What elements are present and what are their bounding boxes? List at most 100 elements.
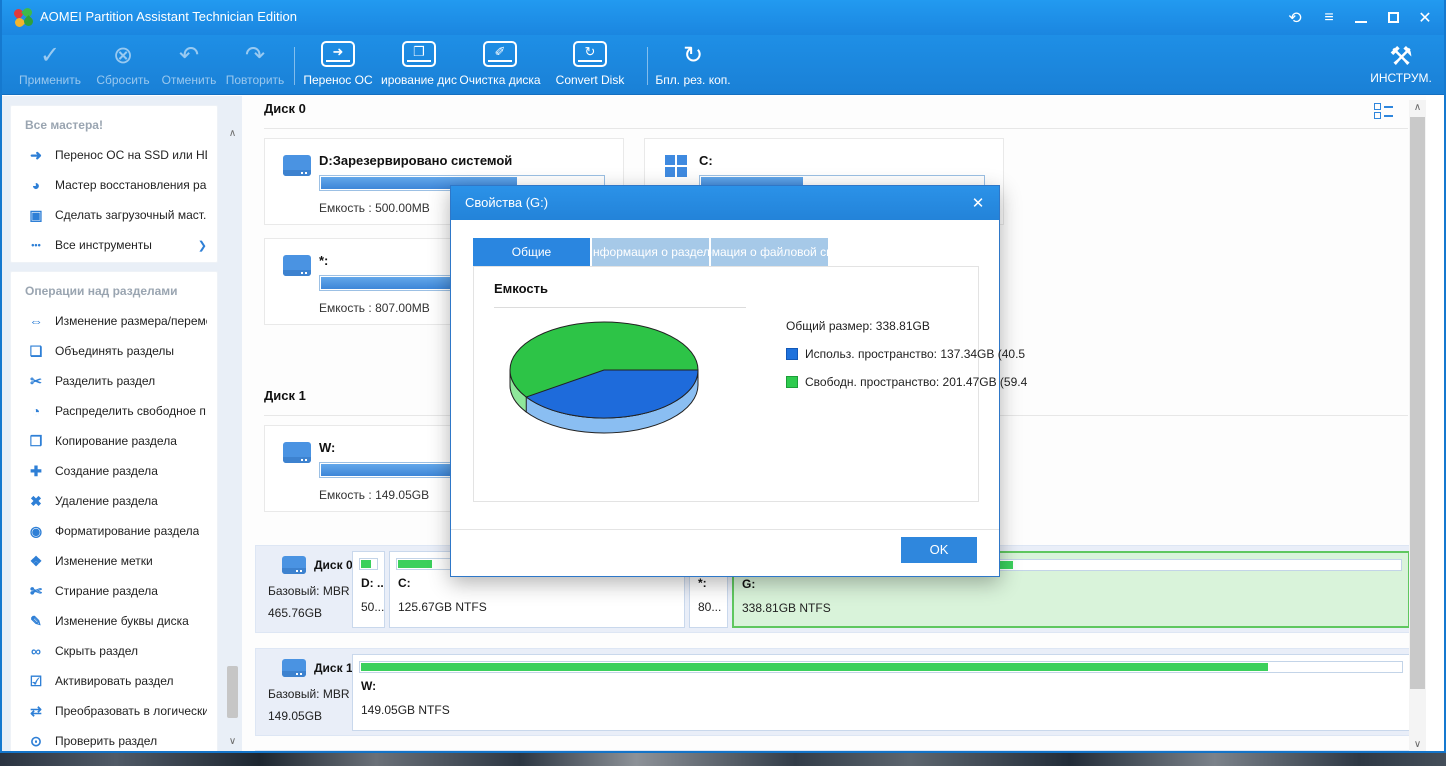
format-icon: ◉ <box>29 522 43 539</box>
dialog-title-bar[interactable]: Свойства (G:) ✕ <box>451 186 999 220</box>
partition-block-d[interactable]: D: ... 50... <box>352 551 385 628</box>
partition-label: *: <box>698 576 707 590</box>
main-scrollbar[interactable]: ∧ ∨ <box>1409 100 1426 751</box>
sidebar-item-change-drive-letter[interactable]: ✎ Изменение буквы диска <box>11 606 217 636</box>
resize-icon: ⇔ <box>29 313 43 329</box>
sidebar-item-label: Активировать раздел <box>55 674 174 688</box>
sidebar-item-allocate-free-space[interactable]: ◔ Распределить свободное п... <box>11 396 217 426</box>
recovery-icon: ◕ <box>31 177 41 193</box>
legend-free: Свободн. пространство: 201.47GB (59.4 <box>786 375 1027 390</box>
sidebar-item-set-active[interactable]: ☑ Активировать раздел <box>11 666 217 696</box>
sidebar-item-resize-move[interactable]: ⇔ Изменение размера/переме... <box>11 306 217 336</box>
dialog-tabs: Общие Информация о разделе Информация о … <box>473 238 828 266</box>
sidebar-item-label: Все инструменты <box>55 238 152 252</box>
capacity-panel: Емкость Общий размер: 338.81GB Использ. … <box>473 266 1027 502</box>
sidebar-scrollbar[interactable]: ∧ ∨ <box>225 126 240 749</box>
main-scroll-thumb[interactable] <box>1410 117 1425 689</box>
maximize-icon[interactable] <box>1376 0 1410 35</box>
disk-size: 149.05GB <box>268 709 323 723</box>
redo-button[interactable]: ↷ Повторить <box>212 41 298 87</box>
disk-name: Диск 0 <box>314 558 353 572</box>
tools-button[interactable]: ⚒ ИНСТРУМ. <box>1366 41 1436 85</box>
hard-disk-icon <box>282 659 306 677</box>
sidebar-item-recovery-wizard[interactable]: ◕ Мастер восстановления ра... <box>11 170 217 200</box>
minimize-icon[interactable] <box>1344 0 1378 35</box>
tab-partition-info[interactable]: Информация о разделе <box>592 238 709 266</box>
sidebar-item-label: Перенос ОС на SSD или HDD <box>55 148 207 162</box>
sidebar-item-wipe-partition[interactable]: ✄ Стирание раздела <box>11 576 217 606</box>
disk1-row: Диск 1 Базовый: MBR 149.05GB W: 149.05GB… <box>255 648 1415 736</box>
sidebar-item-check-partition[interactable]: ⊙ Проверить раздел <box>11 726 217 751</box>
sidebar-item-merge[interactable]: ❏ Объединять разделы <box>11 336 217 366</box>
sidebar-item-os-to-ssd[interactable]: ➜ Перенос ОС на SSD или HDD <box>11 140 217 170</box>
tab-general[interactable]: Общие <box>473 238 590 266</box>
allocate-icon: ◔ <box>31 403 41 419</box>
tools-label: ИНСТРУМ. <box>1370 71 1432 85</box>
capacity-label: Емкость : 807.00MB <box>319 301 430 315</box>
wipe-icon: ✄ <box>30 582 42 599</box>
sidebar-item-label: Разделить раздел <box>55 374 156 388</box>
pie-legend: Общий размер: 338.81GB Использ. простран… <box>786 319 1027 403</box>
delete-icon: ✖ <box>30 492 42 509</box>
backup-icon: ↻ <box>682 42 704 69</box>
close-icon[interactable]: ✕ <box>1408 0 1442 35</box>
scroll-down-icon[interactable]: ∨ <box>1409 737 1426 751</box>
sidebar-item-format-partition[interactable]: ◉ Форматирование раздела <box>11 516 217 546</box>
clone-disk-icon: ❐ <box>376 41 462 71</box>
legend-used: Использ. пространство: 137.34GB (40.5 <box>786 347 1025 362</box>
clone-disk-button[interactable]: ❐ ирование дис <box>376 41 462 87</box>
backup-button[interactable]: ↻ Бпл. рез. коп. <box>650 41 736 87</box>
refresh-icon[interactable]: ⟲ <box>1278 0 1312 35</box>
title-bar: AOMEI Partition Assistant Technician Edi… <box>2 0 1444 35</box>
sidebar-item-split[interactable]: ✂ Разделить раздел <box>11 366 217 396</box>
scroll-down-icon[interactable]: ∨ <box>225 734 240 749</box>
sidebar-item-delete-partition[interactable]: ✖ Удаление раздела <box>11 486 217 516</box>
sidebar-item-copy-partition[interactable]: ❒ Копирование раздела <box>11 426 217 456</box>
menu-icon[interactable]: ≡ <box>1312 0 1346 35</box>
wipe-disk-button[interactable]: ✐ Очистка диска <box>457 41 543 87</box>
sidebar-item-create-partition[interactable]: ✚ Создание раздела <box>11 456 217 486</box>
wipe-disk-label: Очистка диска <box>459 73 541 87</box>
panel-view-toggle-icon[interactable] <box>1374 101 1396 123</box>
sidebar-item-change-label[interactable]: ❖ Изменение метки <box>11 546 217 576</box>
partition-block-w[interactable]: W: 149.05GB NTFS <box>352 654 1410 731</box>
toolbar: ✓ Применить ⊗ Сбросить ↶ Отменить ↷ Повт… <box>2 35 1444 95</box>
usage-mini-bar <box>359 661 1403 673</box>
sidebar-item-convert-to-logical[interactable]: ⇄ Преобразовать в логический <box>11 696 217 726</box>
capacity-pie-chart <box>504 315 714 465</box>
wizards-header: Все мастера! <box>25 118 103 132</box>
toolbar-separator <box>647 47 648 85</box>
capacity-label: Емкость : 500.00MB <box>319 201 430 215</box>
sidebar-scroll-thumb[interactable] <box>227 666 238 718</box>
disk-size: 465.76GB <box>268 606 323 620</box>
divider <box>264 128 1408 129</box>
sidebar-item-label: Сделать загрузочный маст... <box>55 208 207 222</box>
sidebar-item-all-tools[interactable]: ••• Все инструменты ❯ <box>11 230 217 260</box>
hard-disk-icon <box>283 255 311 276</box>
scroll-up-icon[interactable]: ∧ <box>225 126 240 141</box>
sidebar-item-hide-partition[interactable]: ∞ Скрыть раздел <box>11 636 217 666</box>
dialog-title: Свойства (G:) <box>465 195 549 210</box>
free-swatch <box>786 376 798 388</box>
wrench-icon: ⚒ <box>1389 41 1413 71</box>
ok-button[interactable]: OK <box>901 537 977 563</box>
tab-label: Общие <box>511 245 552 259</box>
sidebar-item-label: Удаление раздела <box>55 494 158 508</box>
partition-label: C: <box>398 576 411 590</box>
sidebar-item-bootable-media[interactable]: ▣ Сделать загрузочный маст... <box>11 200 217 230</box>
wizards-panel: Все мастера! ➜ Перенос ОС на SSD или HDD… <box>10 105 218 263</box>
dialog-close-icon[interactable]: ✕ <box>967 193 989 215</box>
sidebar-item-label: Изменение размера/переме... <box>55 314 207 328</box>
label-icon: ❖ <box>29 552 43 569</box>
sidebar: Все мастера! ➜ Перенос ОС на SSD или HDD… <box>2 96 242 751</box>
tab-filesystem-info[interactable]: Информация о файловой системе <box>711 238 828 266</box>
sidebar-item-label: Форматирование раздела <box>55 524 200 538</box>
convert-disk-button[interactable]: ↻ Convert Disk <box>547 41 633 87</box>
scroll-up-icon[interactable]: ∧ <box>1409 100 1426 116</box>
partition-label: W: <box>361 679 377 693</box>
migrate-os-disk-icon: ➜ <box>295 41 381 71</box>
sidebar-item-label: Копирование раздела <box>55 434 177 448</box>
migrate-os-button[interactable]: ➜ Перенос ОС <box>295 41 381 87</box>
partition-title: W: <box>319 440 336 455</box>
capacity-label: Емкость : 149.05GB <box>319 488 430 502</box>
